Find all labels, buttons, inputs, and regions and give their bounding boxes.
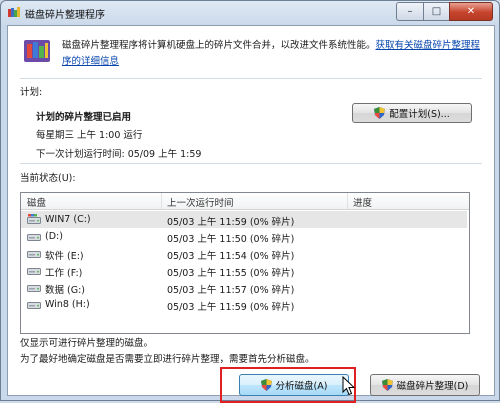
disk-last-run: 05/03 上午 11:59 (0% 碎片)	[167, 302, 295, 313]
disk-row[interactable]: 工作 (F:) 05/03 上午 11:55 (0% 碎片)	[21, 262, 467, 279]
defragment-disk-button[interactable]: 磁盘碎片整理(D)	[370, 374, 480, 396]
hard-drive-icon	[27, 299, 41, 310]
hard-drive-icon	[27, 282, 41, 293]
hard-drive-icon	[27, 231, 41, 242]
defrag-app-icon	[7, 6, 21, 20]
analyze-disk-label: 分析磁盘(A)	[275, 381, 328, 392]
maximize-button[interactable]: □	[423, 2, 449, 21]
disk-name: 工作 (F:)	[45, 268, 83, 279]
configure-schedule-button[interactable]: 配置计划(S)...	[352, 103, 472, 123]
minimize-button[interactable]: –	[396, 2, 423, 21]
analyze-disk-button[interactable]: 分析磁盘(A)	[239, 374, 349, 396]
disk-list-header: 磁盘 上一次运行时间 进度	[21, 193, 469, 210]
uac-shield-icon	[381, 379, 393, 391]
defragment-disk-label: 磁盘碎片整理(D)	[396, 381, 469, 392]
client-area: 磁盘碎片整理程序将计算机硬盘上的碎片文件合并，以改进文件系统性能。获取有关磁盘碎…	[7, 25, 495, 403]
disk-row[interactable]: WIN7 (C:) 05/03 上午 11:59 (0% 碎片)	[21, 211, 467, 228]
divider	[20, 163, 482, 164]
defrag-window: 磁盘碎片整理程序 – □ ✕ 磁盘碎片整理程序将计算机硬盘上的碎片文件合并，以改…	[0, 0, 500, 403]
divider	[20, 78, 482, 79]
disk-last-run: 05/03 上午 11:55 (0% 碎片)	[167, 268, 295, 279]
mouse-pointer-icon	[342, 375, 356, 396]
disk-name: WIN7 (C:)	[45, 214, 91, 225]
close-button[interactable]: ✕	[449, 2, 493, 21]
schedule-frequency: 每星期三 上午 1:00 运行	[36, 130, 143, 141]
title-bar[interactable]: 磁盘碎片整理程序 – □ ✕	[1, 1, 499, 25]
defrag-logo-icon	[22, 36, 52, 66]
disk-row[interactable]: Win8 (H:) 05/03 上午 11:59 (0% 碎片)	[21, 296, 467, 313]
disk-row[interactable]: 数据 (G:) 05/03 上午 11:57 (0% 碎片)	[21, 279, 467, 296]
intro-description: 磁盘碎片整理程序将计算机硬盘上的碎片文件合并，以改进文件系统性能。获取有关磁盘碎…	[62, 38, 482, 70]
disk-row[interactable]: 软件 (E:) 05/03 上午 11:54 (0% 碎片)	[21, 245, 467, 262]
column-header-last-run[interactable]: 上一次运行时间	[167, 195, 234, 209]
window-title: 磁盘碎片整理程序	[25, 9, 105, 21]
note-line-2: 为了最好地确定磁盘是否需要立即进行碎片整理，需要首先分析磁盘。	[20, 354, 315, 365]
current-status-label: 当前状态(U):	[20, 173, 76, 184]
column-header-progress[interactable]: 进度	[353, 195, 372, 209]
disk-list[interactable]: 磁盘 上一次运行时间 进度 WIN7 (C:) 05/03 上午 11:59 (0…	[20, 192, 470, 334]
column-divider	[161, 193, 162, 209]
caption-buttons: – □ ✕	[396, 2, 493, 21]
disk-last-run: 05/03 上午 11:57 (0% 碎片)	[167, 285, 295, 296]
disk-last-run: 05/03 上午 11:59 (0% 碎片)	[167, 217, 295, 228]
disk-name: 数据 (G:)	[45, 285, 85, 296]
uac-shield-icon	[260, 379, 272, 391]
intro-text: 磁盘碎片整理程序将计算机硬盘上的碎片文件合并，以改进文件系统性能。	[62, 40, 376, 51]
disk-last-run: 05/03 上午 11:54 (0% 碎片)	[167, 251, 295, 262]
system-drive-icon	[27, 214, 41, 225]
disk-name: (D:)	[45, 231, 63, 242]
disk-row[interactable]: (D:) 05/03 上午 11:50 (0% 碎片)	[21, 228, 467, 245]
schedule-label: 计划:	[20, 87, 43, 98]
uac-shield-icon	[374, 107, 386, 119]
disk-name: Win8 (H:)	[45, 299, 90, 310]
disk-last-run: 05/03 上午 11:50 (0% 碎片)	[167, 234, 295, 245]
column-divider	[347, 193, 348, 209]
hard-drive-icon	[27, 248, 41, 259]
configure-schedule-label: 配置计划(S)...	[389, 109, 450, 120]
schedule-next-run: 下一次计划运行时间: 05/09 上午 1:59	[36, 149, 202, 160]
disk-name: 软件 (E:)	[45, 251, 84, 262]
schedule-status: 计划的碎片整理已启用	[36, 112, 132, 123]
note-line-1: 仅显示可进行碎片整理的磁盘。	[20, 338, 154, 349]
hard-drive-icon	[27, 265, 41, 276]
column-header-disk[interactable]: 磁盘	[27, 195, 46, 209]
